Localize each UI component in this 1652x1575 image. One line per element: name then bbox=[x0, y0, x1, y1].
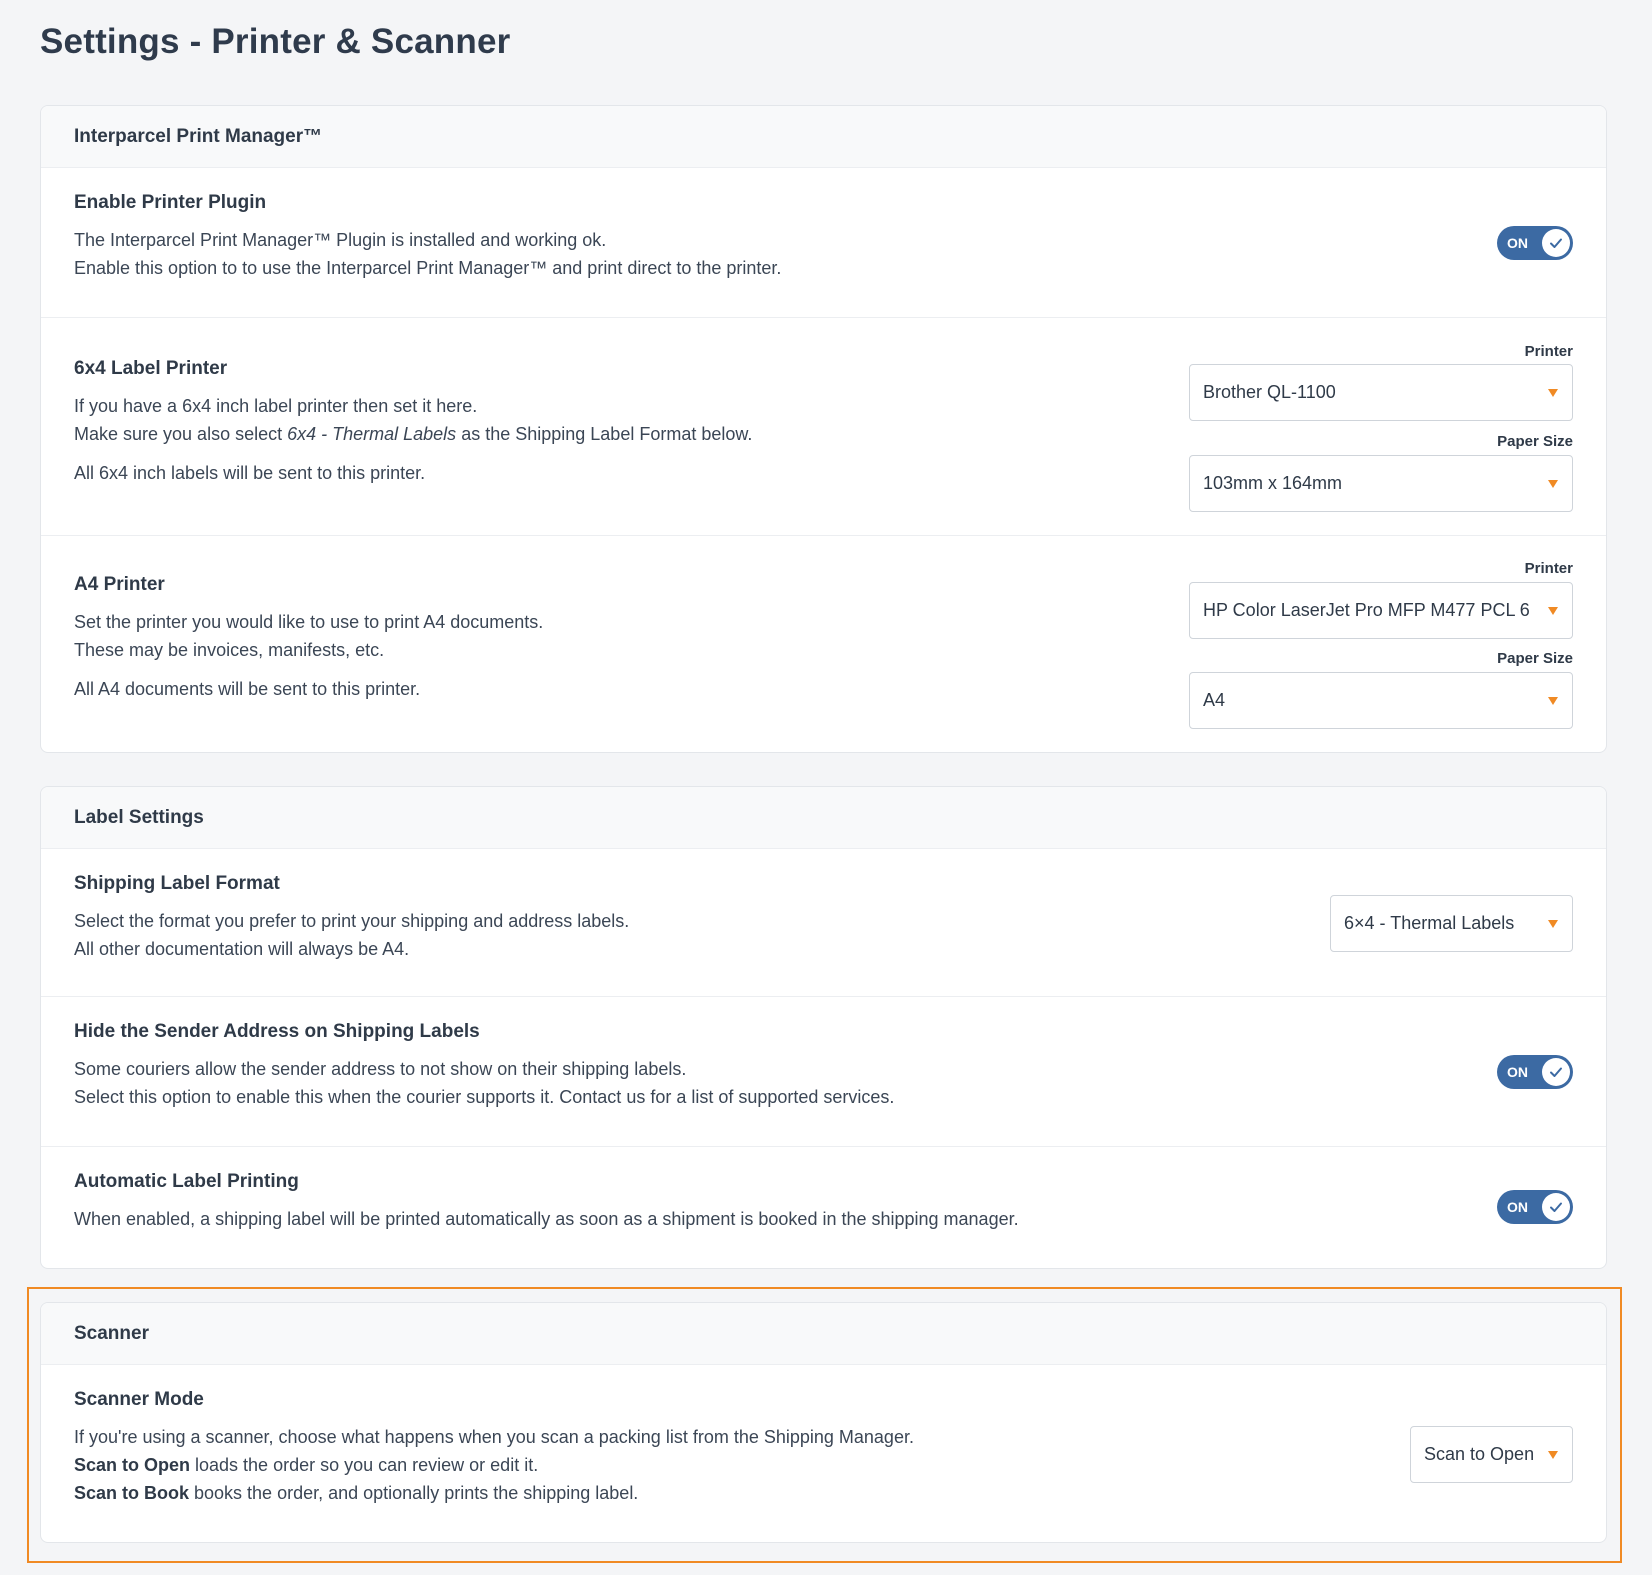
label-printer-value: Brother QL-1100 bbox=[1203, 382, 1336, 402]
hide-sender-toggle[interactable]: ON bbox=[1497, 1055, 1573, 1089]
enable-plugin-toggle[interactable]: ON bbox=[1497, 226, 1573, 260]
enable-plugin-title: Enable Printer Plugin bbox=[74, 192, 267, 213]
hide-sender-line1: Some couriers allow the sender address t… bbox=[74, 1059, 687, 1079]
scanner-mode-select[interactable]: Scan to Open bbox=[1410, 1426, 1573, 1483]
scanner-mode-line3: Scan to Book books the order, and option… bbox=[74, 1483, 639, 1503]
enable-plugin-row: Enable Printer Plugin The Interparcel Pr… bbox=[41, 168, 1606, 318]
label-format-select[interactable]: 6×4 - Thermal Labels bbox=[1330, 895, 1573, 952]
label-format-line2: All other documentation will always be A… bbox=[74, 939, 410, 959]
label-printer-row: 6x4 Label Printer If you have a 6x4 inch… bbox=[41, 318, 1606, 536]
label-printer-line2: Make sure you also select 6x4 - Thermal … bbox=[74, 424, 753, 444]
chevron-down-icon bbox=[1548, 1450, 1558, 1459]
chevron-down-icon bbox=[1548, 696, 1558, 705]
scan-to-book-term: Scan to Book bbox=[74, 1483, 190, 1503]
auto-print-row: Automatic Label Printing When enabled, a… bbox=[41, 1147, 1606, 1268]
label-settings-card: Label Settings Shipping Label Format Sel… bbox=[40, 786, 1607, 1269]
enable-plugin-line1: The Interparcel Print Manager™ Plugin is… bbox=[74, 230, 607, 250]
label-format-title: Shipping Label Format bbox=[74, 873, 280, 894]
enable-plugin-line2: Enable this option to to use the Interpa… bbox=[74, 258, 782, 278]
a4-printer-title: A4 Printer bbox=[74, 574, 165, 595]
label-paper-field-label: Paper Size bbox=[1497, 433, 1573, 450]
chevron-down-icon bbox=[1548, 919, 1558, 928]
a4-paper-select[interactable]: A4 bbox=[1189, 672, 1573, 729]
settings-page: Settings - Printer & Scanner Interparcel… bbox=[0, 0, 1652, 1575]
label-paper-select[interactable]: 103mm x 164mm bbox=[1189, 455, 1573, 512]
scanner-card: Scanner Scanner Mode If you're using a s… bbox=[40, 1302, 1607, 1543]
auto-print-toggle[interactable]: ON bbox=[1497, 1190, 1573, 1224]
label-format-line1: Select the format you prefer to print yo… bbox=[74, 911, 630, 931]
page-title: Settings - Printer & Scanner bbox=[40, 22, 511, 61]
hide-sender-title: Hide the Sender Address on Shipping Labe… bbox=[74, 1021, 480, 1042]
chevron-down-icon bbox=[1548, 388, 1558, 397]
chevron-down-icon bbox=[1548, 479, 1558, 488]
scanner-mode-title: Scanner Mode bbox=[74, 1389, 204, 1410]
label-printer-line1: If you have a 6x4 inch label printer the… bbox=[74, 396, 478, 416]
scanner-header: Scanner bbox=[41, 1303, 1606, 1365]
a4-printer-row: A4 Printer Set the printer you would lik… bbox=[41, 536, 1606, 752]
label-printer-select[interactable]: Brother QL-1100 bbox=[1189, 364, 1573, 421]
a4-printer-line1: Set the printer you would like to use to… bbox=[74, 612, 544, 632]
scanner-mode-line1: If you're using a scanner, choose what h… bbox=[74, 1427, 914, 1447]
scanner-mode-value: Scan to Open bbox=[1424, 1444, 1535, 1464]
scanner-mode-line2: Scan to Open loads the order so you can … bbox=[74, 1455, 539, 1475]
label-format-value: 6×4 - Thermal Labels bbox=[1344, 913, 1515, 933]
print-manager-card: Interparcel Print Manager™ Enable Printe… bbox=[40, 105, 1607, 753]
label-printer-line3: All 6x4 inch labels will be sent to this… bbox=[74, 463, 426, 483]
scanner-mode-row: Scanner Mode If you're using a scanner, … bbox=[41, 1365, 1606, 1542]
label-printer-title: 6x4 Label Printer bbox=[74, 358, 228, 379]
label-paper-value: 103mm x 164mm bbox=[1203, 473, 1343, 493]
a4-printer-line3: All A4 documents will be sent to this pr… bbox=[74, 679, 421, 699]
label-format-emphasis: 6x4 - Thermal Labels bbox=[287, 424, 457, 444]
print-manager-header: Interparcel Print Manager™ bbox=[41, 106, 1606, 168]
hide-sender-row: Hide the Sender Address on Shipping Labe… bbox=[41, 997, 1606, 1147]
label-settings-header: Label Settings bbox=[41, 787, 1606, 849]
label-format-row: Shipping Label Format Select the format … bbox=[41, 849, 1606, 997]
label-printer-field-label: Printer bbox=[1524, 343, 1573, 360]
toggle-on-label: ON bbox=[1507, 1064, 1528, 1080]
auto-print-title: Automatic Label Printing bbox=[74, 1171, 299, 1192]
chevron-down-icon bbox=[1548, 606, 1558, 615]
toggle-on-label: ON bbox=[1507, 1199, 1528, 1215]
scan-to-open-term: Scan to Open bbox=[74, 1455, 191, 1475]
a4-printer-value: HP Color LaserJet Pro MFP M477 PCL 6 bbox=[1203, 600, 1530, 620]
hide-sender-line2: Select this option to enable this when t… bbox=[74, 1087, 895, 1107]
auto-print-line1: When enabled, a shipping label will be p… bbox=[74, 1209, 1019, 1229]
a4-paper-field-label: Paper Size bbox=[1497, 650, 1573, 667]
a4-paper-value: A4 bbox=[1203, 690, 1226, 710]
check-icon bbox=[1542, 229, 1570, 257]
toggle-on-label: ON bbox=[1507, 235, 1528, 251]
a4-printer-select[interactable]: HP Color LaserJet Pro MFP M477 PCL 6 bbox=[1189, 582, 1573, 639]
check-icon bbox=[1542, 1193, 1570, 1221]
a4-printer-field-label: Printer bbox=[1524, 560, 1573, 577]
a4-printer-line2: These may be invoices, manifests, etc. bbox=[74, 640, 385, 660]
check-icon bbox=[1542, 1058, 1570, 1086]
